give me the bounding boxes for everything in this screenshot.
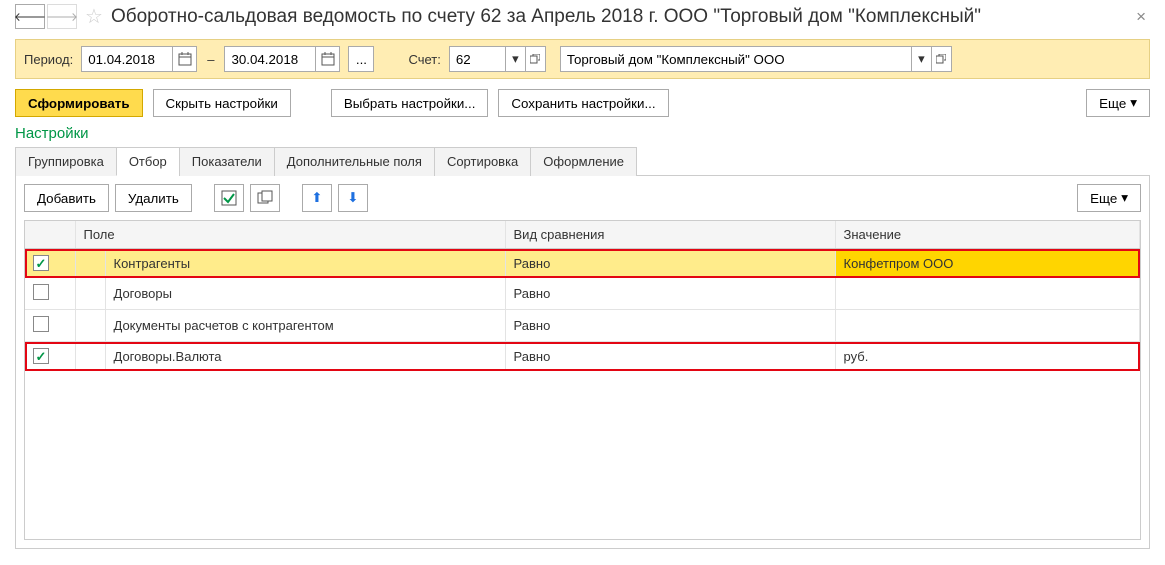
tab-filter[interactable]: Отбор (116, 147, 180, 176)
arrow-down-icon: ⬇ (347, 190, 358, 206)
period-bar: Период: – ... Счет: ▾ ▾ (15, 39, 1150, 79)
period-picker-button[interactable]: ... (348, 46, 374, 72)
chevron-down-icon[interactable]: ▾ (911, 47, 931, 71)
tab-extra-fields[interactable]: Дополнительные поля (274, 147, 435, 176)
table-row[interactable]: КонтрагентыРавноКонфетпром ООО (25, 249, 1140, 278)
uncheck-all-button[interactable] (250, 184, 280, 212)
tab-sorting[interactable]: Сортировка (434, 147, 531, 176)
row-value[interactable] (835, 310, 1139, 342)
row-checkbox[interactable] (33, 284, 49, 300)
page-title: Оборотно-сальдовая ведомость по счету 62… (111, 6, 1132, 28)
row-field[interactable]: Документы расчетов с контрагентом (105, 310, 505, 342)
period-label: Период: (24, 52, 73, 67)
choose-settings-button[interactable]: Выбрать настройки... (331, 89, 489, 117)
nav-forward-button[interactable]: 🡒 (47, 4, 77, 29)
favorite-star-icon[interactable]: ☆ (85, 4, 103, 29)
check-all-button[interactable] (214, 184, 244, 212)
delete-button[interactable]: Удалить (115, 184, 192, 212)
row-field[interactable]: Договоры.Валюта (105, 342, 505, 371)
move-up-button[interactable]: ⬆ (302, 184, 332, 212)
filter-table: Поле Вид сравнения Значение КонтрагентыР… (24, 220, 1141, 540)
period-to-field[interactable] (224, 46, 340, 72)
row-checkbox[interactable] (33, 316, 49, 332)
row-compare[interactable]: Равно (505, 310, 835, 342)
row-field[interactable]: Контрагенты (105, 249, 505, 278)
row-checkbox[interactable] (33, 255, 49, 271)
chevron-down-icon: ▾ (1121, 190, 1128, 206)
col-check-header (25, 221, 75, 249)
tabs: Группировка Отбор Показатели Дополнитель… (15, 146, 1150, 176)
account-input[interactable] (450, 47, 505, 71)
col-compare-header[interactable]: Вид сравнения (505, 221, 835, 249)
more-button[interactable]: Еще ▾ (1086, 89, 1150, 117)
tab-grouping[interactable]: Группировка (15, 147, 117, 176)
filter-panel: Добавить Удалить ⬆ ⬇ Еще ▾ Поле Вид срав… (15, 176, 1150, 549)
hide-settings-button[interactable]: Скрыть настройки (153, 89, 291, 117)
row-value[interactable]: руб. (835, 342, 1139, 371)
row-value[interactable]: Конфетпром ООО (835, 249, 1139, 278)
period-dash: – (201, 52, 220, 67)
arrow-up-icon: ⬆ (311, 190, 322, 206)
org-field[interactable]: ▾ (560, 46, 952, 72)
popup-icon[interactable] (525, 47, 545, 71)
row-field[interactable]: Договоры (105, 278, 505, 310)
chevron-down-icon: ▾ (1130, 95, 1137, 111)
settings-title: Настройки (15, 125, 1150, 142)
form-button[interactable]: Сформировать (15, 89, 143, 117)
arrow-right-icon: 🡒 (46, 9, 78, 24)
row-compare[interactable]: Равно (505, 342, 835, 371)
close-button[interactable]: × (1132, 7, 1150, 27)
tab-design[interactable]: Оформление (530, 147, 637, 176)
col-field-header[interactable]: Поле (75, 221, 505, 249)
arrow-left-icon: 🡐 (14, 9, 46, 24)
chevron-down-icon[interactable]: ▾ (505, 47, 525, 71)
move-down-button[interactable]: ⬇ (338, 184, 368, 212)
popup-icon[interactable] (931, 47, 951, 71)
col-value-header[interactable]: Значение (835, 221, 1139, 249)
account-label: Счет: (408, 52, 440, 67)
org-input[interactable] (561, 47, 911, 71)
row-checkbox[interactable] (33, 348, 49, 364)
calendar-icon[interactable] (172, 47, 196, 71)
add-button[interactable]: Добавить (24, 184, 109, 212)
tab-indicators[interactable]: Показатели (179, 147, 275, 176)
table-row[interactable]: Документы расчетов с контрагентомРавно (25, 310, 1140, 342)
table-row[interactable]: Договоры.ВалютаРавноруб. (25, 342, 1140, 371)
calendar-icon[interactable] (315, 47, 339, 71)
row-compare[interactable]: Равно (505, 278, 835, 310)
nav-back-button[interactable]: 🡐 (15, 4, 45, 29)
table-row[interactable]: ДоговорыРавно (25, 278, 1140, 310)
account-field[interactable]: ▾ (449, 46, 546, 72)
row-compare[interactable]: Равно (505, 249, 835, 278)
panel-more-button[interactable]: Еще ▾ (1077, 184, 1141, 212)
row-value[interactable] (835, 278, 1139, 310)
period-from-field[interactable] (81, 46, 197, 72)
period-from-input[interactable] (82, 47, 172, 71)
save-settings-button[interactable]: Сохранить настройки... (498, 89, 668, 117)
period-to-input[interactable] (225, 47, 315, 71)
